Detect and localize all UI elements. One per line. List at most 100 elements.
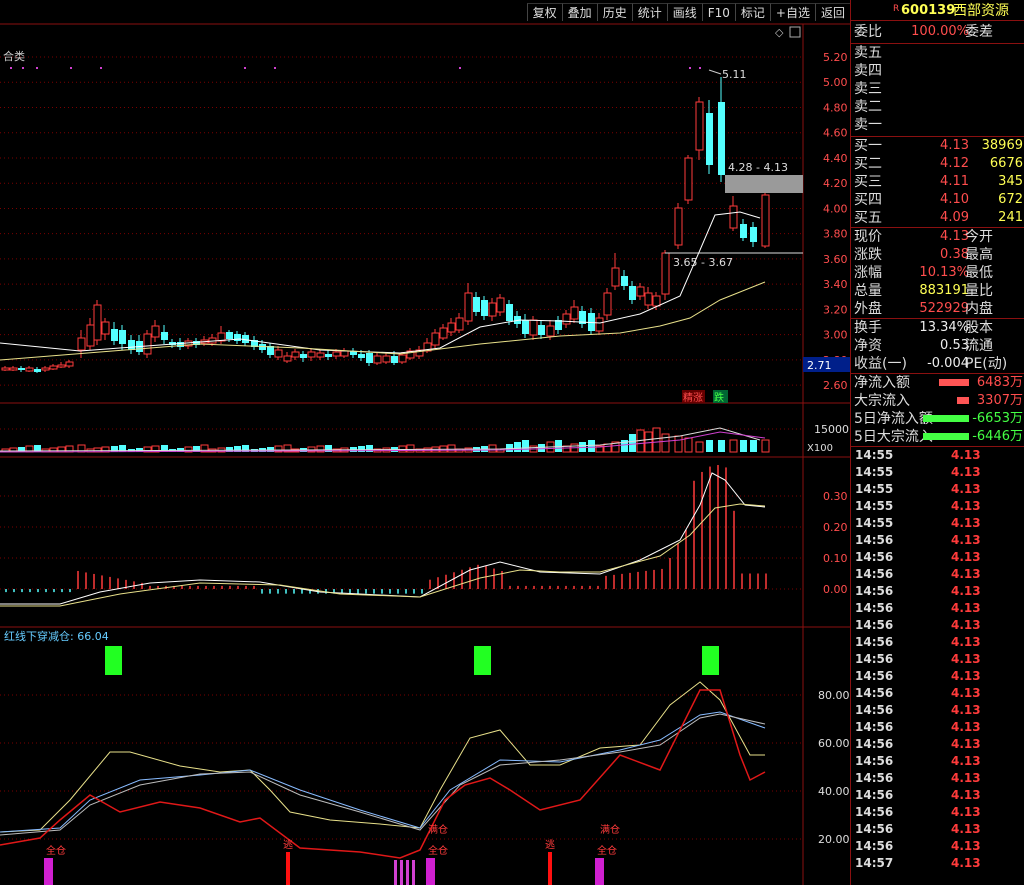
stat-label: 净资: [854, 338, 882, 354]
stat-row: 外盘 522929 内盘: [851, 300, 1024, 318]
candle-body: [332, 351, 341, 357]
price-marker-label: 2.71: [807, 359, 832, 372]
tick-row: 14:56 4.13: [851, 600, 1024, 617]
stat-extra: 最低: [965, 265, 993, 281]
full-position-label: 全仓: [597, 844, 617, 857]
candle-body: [729, 205, 738, 229]
toolbar-button-2[interactable]: 历史: [596, 3, 632, 21]
buy-signal-block: [474, 646, 491, 675]
volume-bar: [506, 444, 513, 452]
toolbar-button-4[interactable]: 画线: [666, 3, 702, 21]
tick-list[interactable]: 14:55 4.13 14:55 4.13 14:55 4.13 14:55 4.13 14:5…: [851, 446, 1024, 872]
candle-body: [161, 332, 168, 340]
candle-body: [439, 327, 448, 339]
toolbar-button-8[interactable]: 返回: [814, 3, 850, 21]
gap-zone-label: 4.28 - 4.13: [728, 161, 788, 174]
toolbar-button-0[interactable]: 复权: [526, 3, 562, 21]
tick-time: 14:56: [855, 686, 894, 700]
tick-row: 14:56 4.13: [851, 651, 1024, 668]
candle-body: [570, 306, 579, 320]
toolbar-button-1[interactable]: 叠加: [561, 3, 597, 21]
kdj-axis-label: 20.00: [818, 833, 850, 846]
candle-body: [750, 227, 757, 242]
tick-row: 14:56 4.13: [851, 566, 1024, 583]
stat-extra: 今开: [965, 229, 993, 245]
buy-row[interactable]: 买五 4.09 241: [851, 209, 1024, 227]
buy-price: 4.10: [940, 192, 969, 207]
kline-chart[interactable]: 5.20 5.00 4.80 4.60 4.40 4.20 4.00 3.80 3.60 3.40…: [0, 0, 850, 885]
buy-row[interactable]: 买一 4.13 38969: [851, 137, 1024, 155]
fund-flow-block: 净流入额 6483万 大宗流入 3307万 5日净流入额 -6653万 5日大宗流入 -644…: [851, 373, 1024, 446]
tick-time: 14:56: [855, 533, 894, 547]
position-signal-bar: [595, 858, 604, 885]
tick-row: 14:56 4.13: [851, 617, 1024, 634]
toolbar-button-6[interactable]: 标记: [734, 3, 770, 21]
webi-label: 委比: [854, 24, 882, 40]
sell-orders: 卖五 卖四 卖三 卖二 卖一: [851, 43, 1024, 134]
tick-price: 4.13: [951, 533, 981, 547]
stat-value: 10.13%: [919, 265, 969, 280]
kline-chart-area[interactable]: 5.20 5.00 4.80 4.60 4.40 4.20 4.00 3.80 3.60 3.40…: [0, 0, 850, 885]
chart-toolbar: 复权 叠加 历史 统计 画线 F10 标记 +自选 返回: [526, 3, 850, 21]
tick-row: 14:55 4.13: [851, 481, 1024, 498]
tick-time: 14:56: [855, 584, 894, 598]
stat-label: 涨幅: [854, 265, 882, 281]
stat-row: 净资 0.53 流通: [851, 337, 1024, 355]
toolbar-button-5[interactable]: F10: [701, 3, 735, 21]
signal-dot: [689, 67, 691, 69]
candle-body: [373, 355, 382, 364]
toolbar-button-7[interactable]: +自选: [769, 3, 815, 21]
sell-label: 卖二: [854, 99, 882, 115]
tick-time: 14:56: [855, 652, 894, 666]
stat-row: 涨跌 0.38 最高: [851, 246, 1024, 264]
signal-dot: [459, 67, 461, 69]
candle-body: [706, 113, 713, 165]
tick-time: 14:56: [855, 839, 894, 853]
tick-price: 4.13: [951, 703, 981, 717]
flow-bar: [957, 397, 969, 404]
tick-time: 14:55: [855, 448, 894, 462]
escape-signal-bar: [286, 852, 290, 885]
small-signal-bar: [412, 860, 415, 885]
candle-body: [65, 361, 74, 367]
tick-time: 14:55: [855, 499, 894, 513]
buy-row[interactable]: 买四 4.10 672: [851, 191, 1024, 209]
tick-row: 14:56 4.13: [851, 753, 1024, 770]
candle-body: [603, 292, 612, 316]
buy-label: 买一: [854, 138, 882, 154]
tick-time: 14:55: [855, 516, 894, 530]
candle-body: [151, 325, 160, 338]
candle-body: [119, 330, 126, 344]
stat-row: 现价 4.13 今开: [851, 228, 1024, 246]
candle-body: [447, 322, 456, 333]
volume-bar: [706, 440, 713, 452]
candle-body: [316, 352, 325, 358]
stat-label: 总量: [854, 283, 882, 299]
buy-row[interactable]: 买三 4.11 345: [851, 173, 1024, 191]
half-position-label: 满仓: [600, 823, 620, 836]
buy-row[interactable]: 买二 4.12 6676: [851, 155, 1024, 173]
escape-label: 逃: [283, 838, 293, 851]
tick-price: 4.13: [951, 788, 981, 802]
candle-body: [1, 367, 10, 371]
candle-body: [391, 356, 398, 363]
candle-body: [300, 354, 307, 358]
flow-label: 5日大宗流入: [854, 429, 933, 445]
tick-price: 4.13: [951, 839, 981, 853]
stock-name: 西部资源: [953, 3, 1009, 19]
price-axis-label: 2.60: [823, 379, 848, 392]
tick-row: 14:56 4.13: [851, 787, 1024, 804]
toolbar-button-3[interactable]: 统计: [631, 3, 667, 21]
tick-row: 14:56 4.13: [851, 668, 1024, 685]
tick-price: 4.13: [951, 499, 981, 513]
price-axis-label: 4.60: [823, 127, 848, 140]
tick-time: 14:56: [855, 567, 894, 581]
stat-value: 13.34%: [919, 320, 969, 335]
tick-price: 4.13: [951, 720, 981, 734]
tick-time: 14:56: [855, 805, 894, 819]
candle-body: [761, 194, 770, 247]
kdj-red-line: [0, 689, 766, 859]
escape-signal-bar: [548, 852, 552, 885]
tick-time: 14:56: [855, 737, 894, 751]
signal-dot: [244, 67, 246, 69]
